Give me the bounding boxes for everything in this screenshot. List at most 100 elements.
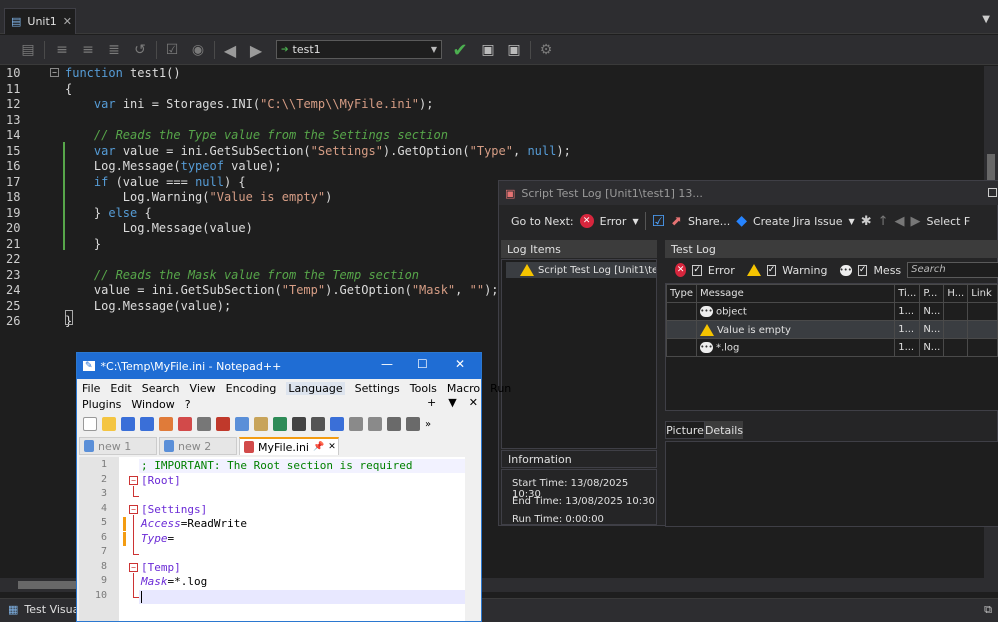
sync-scroll-icon[interactable] xyxy=(387,417,401,431)
breakpoint-icon[interactable]: ▣ xyxy=(478,40,498,60)
replace-icon[interactable] xyxy=(330,417,344,431)
select-label[interactable]: Select F xyxy=(927,215,971,228)
table-row[interactable]: ••• object 1... N... xyxy=(666,302,998,321)
code-line[interactable]: Log.Message(value) xyxy=(65,221,253,237)
menu-item-settings[interactable]: Settings xyxy=(355,382,400,395)
column-header[interactable]: Ti... xyxy=(894,284,921,303)
check-icon[interactable]: ✔ xyxy=(450,40,470,61)
code-line[interactable]: value = ini.GetSubSection("Temp").GetOpt… xyxy=(65,283,499,299)
tab-new-1[interactable]: new 1 xyxy=(79,437,157,455)
column-header[interactable]: H... xyxy=(943,284,969,303)
close-all-icon[interactable] xyxy=(178,417,192,431)
close-file-icon[interactable] xyxy=(159,417,173,431)
chevron-down-icon[interactable]: ▼ xyxy=(849,217,855,226)
tab-picture[interactable]: Picture xyxy=(665,421,705,439)
arrow-up-icon[interactable]: ↑ xyxy=(878,214,889,229)
restore-icon[interactable]: ⧉ xyxy=(984,603,992,617)
new-tab-icon[interactable]: + xyxy=(427,396,436,409)
share-label[interactable]: Share... xyxy=(688,215,730,228)
bug-icon[interactable]: ✱ xyxy=(861,214,872,229)
open-file-icon[interactable] xyxy=(102,417,116,431)
menu-item-encoding[interactable]: Encoding xyxy=(226,382,277,395)
print-icon[interactable] xyxy=(197,417,211,431)
npp-vertical-scrollbar[interactable] xyxy=(467,457,481,621)
cut-icon[interactable] xyxy=(216,417,230,431)
breakpoint-disable-icon[interactable]: ▣ xyxy=(504,40,524,60)
code-line[interactable]: // Reads the Mask value from the Temp se… xyxy=(65,268,419,284)
text-line[interactable]: Type= xyxy=(141,532,174,547)
indent-icon[interactable]: ≡ xyxy=(78,40,98,60)
arrow-right-icon[interactable]: ▶ xyxy=(246,40,266,60)
tab-details[interactable]: Details xyxy=(705,421,743,439)
bookmark-icon[interactable]: ☑ xyxy=(162,40,182,60)
menu-item-file[interactable]: File xyxy=(82,382,100,395)
text-line[interactable]: Access=ReadWrite xyxy=(141,517,247,532)
fold-toggle-icon[interactable]: − xyxy=(129,475,138,485)
settings-icon[interactable]: ⚙ xyxy=(536,40,556,60)
uncomment-icon[interactable]: ↺ xyxy=(130,40,150,60)
fold-toggle-icon[interactable]: − xyxy=(50,68,59,77)
undo-icon[interactable] xyxy=(273,417,287,431)
code-line[interactable]: // Reads the Type value from the Setting… xyxy=(65,128,448,144)
zoom-in-icon[interactable] xyxy=(349,417,363,431)
jira-icon[interactable]: ◆ xyxy=(736,213,747,229)
zoom-out-icon[interactable] xyxy=(368,417,382,431)
verify-icon[interactable]: ☑ xyxy=(652,212,665,230)
menu-item-search[interactable]: Search xyxy=(142,382,180,395)
find-icon[interactable] xyxy=(311,417,325,431)
save-all-icon[interactable] xyxy=(140,417,154,431)
column-header[interactable]: Type xyxy=(666,284,697,303)
code-line[interactable]: } else { xyxy=(65,206,152,222)
tab-unit1[interactable]: ▤ Unit1 ✕ xyxy=(4,8,76,34)
error-filter-label[interactable]: Error xyxy=(600,215,627,228)
menu-item-language[interactable]: Language xyxy=(286,381,345,395)
tab-myfile-ini[interactable]: MyFile.ini 📌 ✕ xyxy=(239,437,339,455)
outdent-icon[interactable]: ≡ xyxy=(52,40,72,60)
fold-toggle-icon[interactable]: − xyxy=(129,504,138,514)
code-line[interactable]: { xyxy=(65,82,72,98)
error-filter-checkbox[interactable]: ✓ xyxy=(692,264,702,276)
run-to-cursor-icon[interactable]: ▤ xyxy=(18,40,38,60)
text-line[interactable]: [Root] xyxy=(141,474,181,489)
menu-item-window[interactable]: Window xyxy=(131,398,174,411)
message-filter-checkbox[interactable]: ✓ xyxy=(857,264,868,276)
test-log-title-bar[interactable]: ▣ Script Test Log [Unit1\test1] 13... xyxy=(499,181,998,205)
menu-item-run[interactable]: Run xyxy=(490,382,511,395)
watch-icon[interactable]: ◉ xyxy=(188,40,208,60)
code-line[interactable]: var value = ini.GetSubSection("Settings"… xyxy=(65,144,571,160)
comment-icon[interactable]: ≣ xyxy=(104,40,124,60)
maximize-icon[interactable] xyxy=(988,188,997,197)
menu-item-macro[interactable]: Macro xyxy=(447,382,480,395)
code-line[interactable]: } xyxy=(65,237,101,253)
create-jira-issue-label[interactable]: Create Jira Issue xyxy=(753,215,843,228)
code-line[interactable]: if (value === null) { xyxy=(65,175,246,191)
pin-icon[interactable]: 📌 xyxy=(313,442,324,452)
text-line[interactable]: [Settings] xyxy=(141,503,207,518)
tab-list-dropdown-icon[interactable]: ▼ xyxy=(982,14,990,25)
arrow-left-icon[interactable]: ◀ xyxy=(895,214,905,229)
scrollbar-thumb[interactable] xyxy=(987,154,995,180)
word-wrap-icon[interactable] xyxy=(406,417,420,431)
test-visualizer-tab[interactable]: ▦ Test Visual xyxy=(8,603,82,616)
routine-selector[interactable]: ➔ test1 ▼ xyxy=(276,40,442,59)
menu-item-help[interactable]: ? xyxy=(185,398,191,411)
new-file-icon[interactable] xyxy=(83,417,97,431)
maximize-icon[interactable]: ☐ xyxy=(417,357,428,371)
tab-list-icon[interactable]: ▼ xyxy=(448,396,456,409)
chevron-down-icon[interactable]: ▼ xyxy=(632,217,638,226)
warning-filter-checkbox[interactable]: ✓ xyxy=(766,264,777,276)
arrow-right-icon[interactable]: ▶ xyxy=(911,214,921,229)
close-icon[interactable]: ✕ xyxy=(63,15,72,28)
code-line[interactable]: var ini = Storages.INI("C:\\Temp\\MyFile… xyxy=(65,97,434,113)
text-line[interactable]: ; IMPORTANT: The Root section is require… xyxy=(141,459,413,474)
text-line[interactable]: [Temp] xyxy=(141,561,181,576)
arrow-left-icon[interactable]: ◀ xyxy=(220,40,240,60)
code-line[interactable]: Log.Warning("Value is empty") xyxy=(65,190,333,206)
code-line[interactable]: Log.Message(typeof value); xyxy=(65,159,282,175)
menu-item-view[interactable]: View xyxy=(190,382,216,395)
minimize-icon[interactable]: — xyxy=(381,357,393,371)
code-line[interactable]: Log.Message(value); xyxy=(65,299,231,315)
search-input[interactable]: Search xyxy=(907,262,998,278)
text-line[interactable]: Mask=*.log xyxy=(141,575,207,590)
code-line[interactable]: function test1() xyxy=(65,66,181,82)
